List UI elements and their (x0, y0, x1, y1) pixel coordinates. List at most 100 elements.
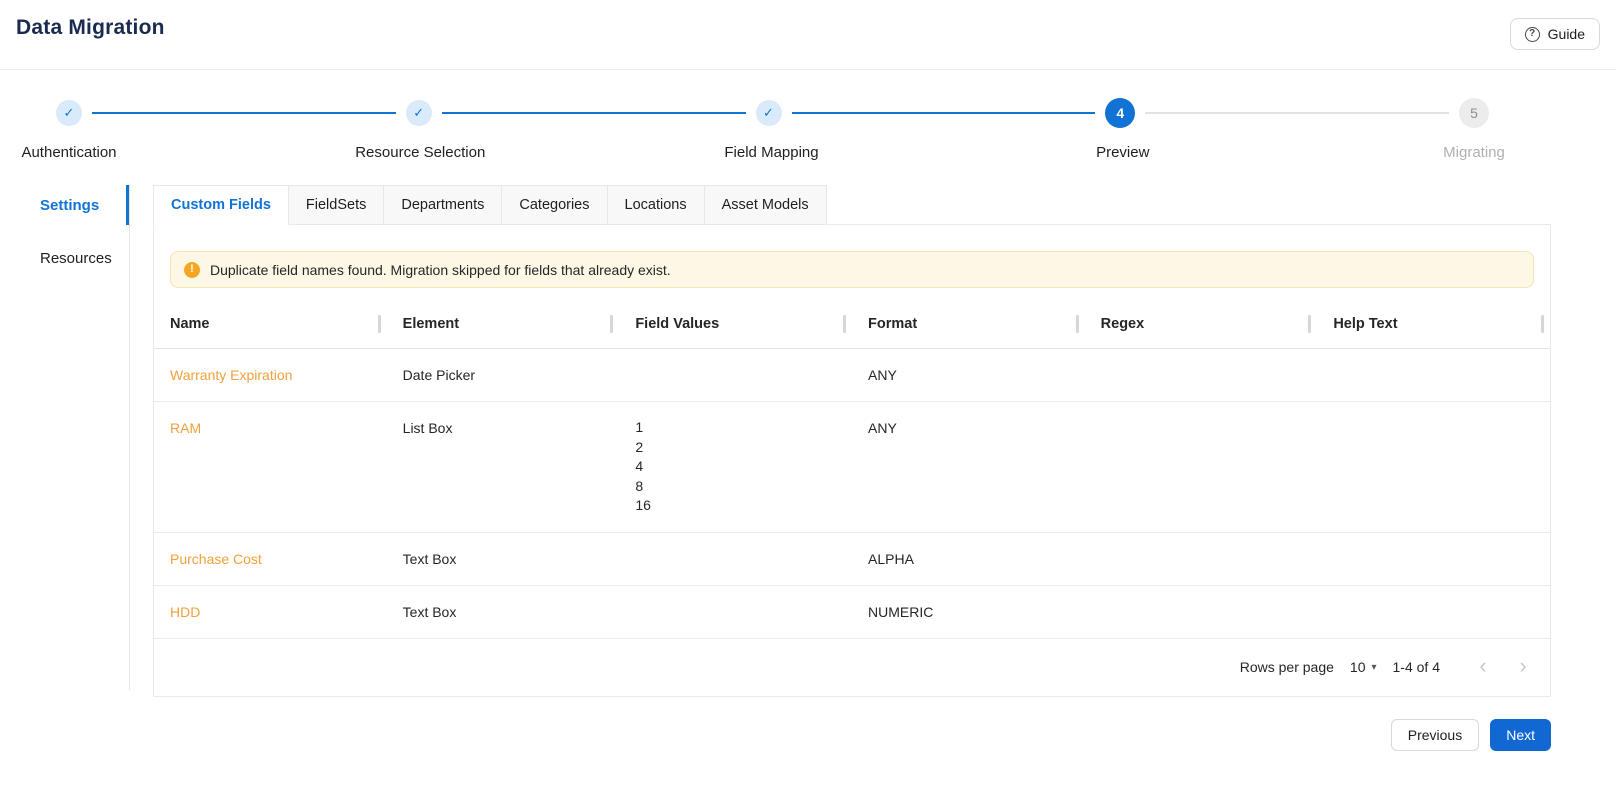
tab-locations[interactable]: Locations (606, 185, 705, 225)
warning-icon: ! (184, 261, 200, 278)
column-resize-handle[interactable] (1541, 315, 1544, 333)
regex-cell (1085, 586, 1318, 638)
sidebar: Settings Resources (0, 185, 130, 690)
wizard-actions: Previous Next (153, 718, 1551, 751)
step-circle-migrating: 5 (1459, 98, 1489, 128)
rows-per-page-select[interactable]: 10 ▾ (1350, 659, 1377, 675)
custom-fields-table: Name Element Field Values Format Regex H… (154, 300, 1550, 696)
step-circle-authentication[interactable]: ✓ (56, 100, 82, 126)
column-header-element: Element (387, 300, 620, 348)
tab-custom-fields[interactable]: Custom Fields (153, 185, 289, 225)
step-label-migrating: Migrating (1443, 144, 1505, 161)
pagination-buttons: ‹ › (1470, 654, 1536, 680)
column-header-help-text: Help Text (1317, 300, 1550, 348)
step-number: 4 (1116, 105, 1125, 121)
step-connector (1145, 112, 1449, 114)
format-cell: ANY (868, 367, 897, 383)
column-header-field-values: Field Values (619, 300, 852, 348)
chevron-left-icon: ‹ (1479, 652, 1487, 678)
field-values-cell: 1 2 4 8 16 (619, 402, 852, 532)
check-icon: ✓ (63, 105, 75, 120)
column-header-format: Format (852, 300, 1085, 348)
stepper: ✓ ✓ ✓ 4 5 Authentication Resource Select… (0, 70, 1616, 168)
regex-cell (1085, 533, 1318, 585)
main-body: Settings Resources Custom Fields FieldSe… (0, 185, 1616, 751)
step-label-authentication: Authentication (21, 144, 117, 161)
stepper-labels: Authentication Resource Selection Field … (0, 144, 1616, 168)
question-circle-icon: ? (1524, 26, 1540, 42)
rows-per-page-value: 10 (1349, 659, 1366, 675)
step-connector (441, 112, 746, 114)
step-connector (791, 112, 1096, 114)
warning-text: Duplicate field names found. Migration s… (210, 261, 671, 278)
column-resize-handle[interactable] (610, 315, 614, 333)
pagination-range: 1-4 of 4 (1392, 659, 1440, 675)
help-text-cell (1317, 533, 1550, 585)
step-label-resource-selection: Resource Selection (355, 144, 486, 161)
step-label-preview: Preview (1096, 144, 1150, 161)
next-page-button[interactable]: › (1510, 654, 1536, 680)
column-header-name: Name (154, 300, 387, 348)
sidebar-item-settings[interactable]: Settings (0, 185, 129, 225)
table-row: RAM List Box 1 2 4 8 16 ANY (154, 402, 1550, 533)
format-cell: ALPHA (868, 550, 914, 567)
field-name-link[interactable]: Purchase Cost (170, 551, 262, 567)
tab-bar: Custom Fields FieldSets Departments Cate… (153, 185, 1551, 225)
column-resize-handle[interactable] (1075, 315, 1079, 333)
column-resize-handle[interactable] (843, 315, 846, 333)
step-circle-resource-selection[interactable]: ✓ (405, 100, 432, 126)
help-text-cell (1317, 402, 1550, 532)
column-resize-handle[interactable] (377, 315, 381, 333)
content-area: Custom Fields FieldSets Departments Cate… (153, 185, 1551, 751)
field-name-link[interactable]: RAM (170, 420, 201, 436)
page-header: Data Migration ? Guide (0, 0, 1616, 70)
field-value-item: 1 (635, 419, 644, 435)
field-values-cell (619, 533, 852, 585)
field-name-link[interactable]: Warranty Expiration (170, 367, 292, 383)
step-circle-field-mapping[interactable]: ✓ (755, 100, 782, 126)
previous-page-button[interactable]: ‹ (1470, 654, 1496, 680)
field-value-item: 16 (635, 497, 651, 513)
element-cell: Date Picker (402, 367, 476, 383)
tab-asset-models[interactable]: Asset Models (703, 185, 827, 225)
field-name-link[interactable]: HDD (170, 604, 200, 620)
regex-cell (1085, 349, 1318, 401)
regex-cell (1085, 402, 1318, 532)
pagination-bar: Rows per page 10 ▾ 1-4 of 4 ‹ › (154, 639, 1550, 696)
table-header-row: Name Element Field Values Format Regex H… (154, 300, 1550, 349)
tab-fieldsets[interactable]: FieldSets (287, 185, 385, 225)
step-label-field-mapping: Field Mapping (724, 144, 819, 161)
sidebar-item-resources[interactable]: Resources (0, 238, 129, 278)
check-icon: ✓ (763, 105, 774, 120)
tab-categories[interactable]: Categories (501, 185, 608, 225)
format-cell: NUMERIC (868, 603, 934, 620)
chevron-right-icon: › (1519, 652, 1527, 678)
format-cell: ANY (868, 420, 897, 436)
element-cell: List Box (402, 420, 453, 436)
column-resize-handle[interactable] (1308, 315, 1312, 333)
tab-panel: ! Duplicate field names found. Migration… (153, 224, 1551, 697)
stepper-track: ✓ ✓ ✓ 4 5 (0, 98, 1616, 128)
table-row: Purchase Cost Text Box ALPHA (154, 533, 1550, 586)
guide-button[interactable]: ? Guide (1509, 18, 1600, 50)
table-row: HDD Text Box NUMERIC (154, 586, 1550, 639)
next-button[interactable]: Next (1490, 718, 1551, 751)
column-header-regex: Regex (1085, 300, 1318, 348)
table-row: Warranty Expiration Date Picker ANY (154, 349, 1550, 402)
field-value-item: 4 (635, 458, 644, 474)
step-number: 5 (1470, 105, 1478, 121)
step-circle-preview[interactable]: 4 (1105, 98, 1136, 128)
help-text-cell (1317, 349, 1550, 401)
tab-departments[interactable]: Departments (383, 185, 503, 225)
element-cell: Text Box (402, 550, 457, 567)
guide-button-label: Guide (1547, 26, 1585, 42)
warning-banner: ! Duplicate field names found. Migration… (170, 251, 1534, 288)
check-icon: ✓ (413, 105, 425, 120)
previous-button[interactable]: Previous (1390, 718, 1480, 751)
field-value-item: 8 (635, 477, 644, 494)
field-values-cell (619, 349, 852, 401)
rows-per-page-label: Rows per page (1239, 659, 1334, 675)
page-title: Data Migration (16, 16, 165, 39)
element-cell: Text Box (402, 603, 457, 620)
field-values-cell (619, 586, 852, 638)
